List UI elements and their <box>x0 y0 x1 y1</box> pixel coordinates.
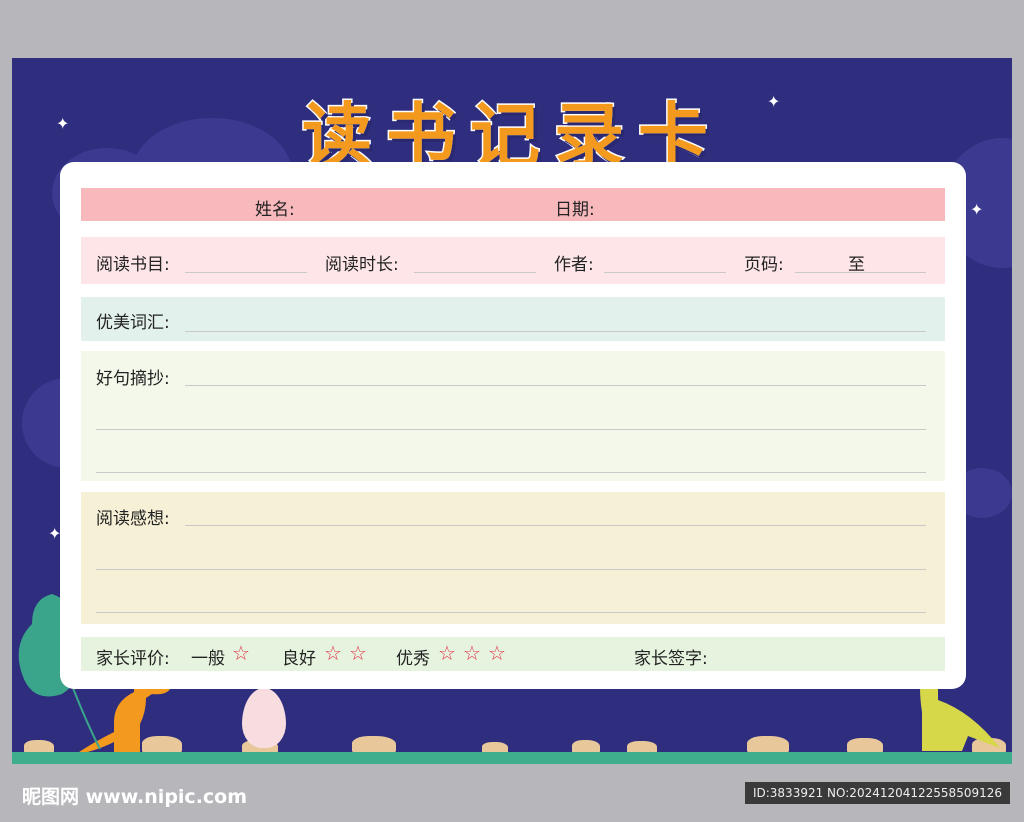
level-good-label: 良好 <box>282 649 316 669</box>
sparkle-icon: ✦ <box>970 200 984 219</box>
sentences-line[interactable] <box>96 472 926 473</box>
signature-label: 家长签字: <box>634 649 708 669</box>
star-icon[interactable]: ☆ <box>324 641 342 665</box>
parent-eval-label: 家长评价: <box>96 649 170 669</box>
ground <box>12 752 1012 764</box>
image-id-badge: ID:3833921 NO:20241204122558509126 <box>744 782 1010 804</box>
sentences-label: 好句摘抄: <box>96 369 170 389</box>
thoughts-label: 阅读感想: <box>96 509 170 529</box>
vocab-field[interactable] <box>185 331 926 332</box>
name-label: 姓名: <box>255 200 295 220</box>
thoughts-line[interactable] <box>96 569 926 570</box>
duration-field[interactable] <box>414 272 536 273</box>
vocab-label: 优美词汇: <box>96 313 170 333</box>
star-icon[interactable]: ☆ <box>438 641 456 665</box>
vocab-row: 优美词汇: <box>81 297 945 341</box>
star-icon[interactable]: ☆ <box>488 641 506 665</box>
pages-to-label: 至 <box>848 255 865 275</box>
thoughts-line[interactable] <box>185 525 926 526</box>
duration-label: 阅读时长: <box>325 255 399 275</box>
level-excellent-label: 优秀 <box>396 649 430 669</box>
star-icon[interactable]: ☆ <box>232 641 250 665</box>
sentences-line[interactable] <box>96 429 926 430</box>
evaluation-row: 家长评价: 一般 ☆ 良好 ☆ ☆ 优秀 ☆ ☆ ☆ 家长签字: <box>81 637 945 671</box>
egg-icon <box>242 688 286 748</box>
pages-label: 页码: <box>744 255 784 275</box>
book-label: 阅读书目: <box>96 255 170 275</box>
sentences-row: 好句摘抄: <box>81 351 945 481</box>
star-icon[interactable]: ☆ <box>463 641 481 665</box>
level-average-label: 一般 <box>191 649 225 669</box>
author-field[interactable] <box>604 272 726 273</box>
info-row: 阅读书目: 阅读时长: 作者: 页码: 至 <box>81 237 945 284</box>
thoughts-row: 阅读感想: <box>81 492 945 624</box>
sentences-line[interactable] <box>185 385 926 386</box>
watermark: 昵图网 www.nipic.com <box>22 786 248 808</box>
thoughts-line[interactable] <box>96 612 926 613</box>
date-label: 日期: <box>555 200 595 220</box>
header-row: 姓名: 日期: <box>81 188 945 221</box>
author-label: 作者: <box>554 255 594 275</box>
book-field[interactable] <box>185 272 307 273</box>
star-icon[interactable]: ☆ <box>349 641 367 665</box>
